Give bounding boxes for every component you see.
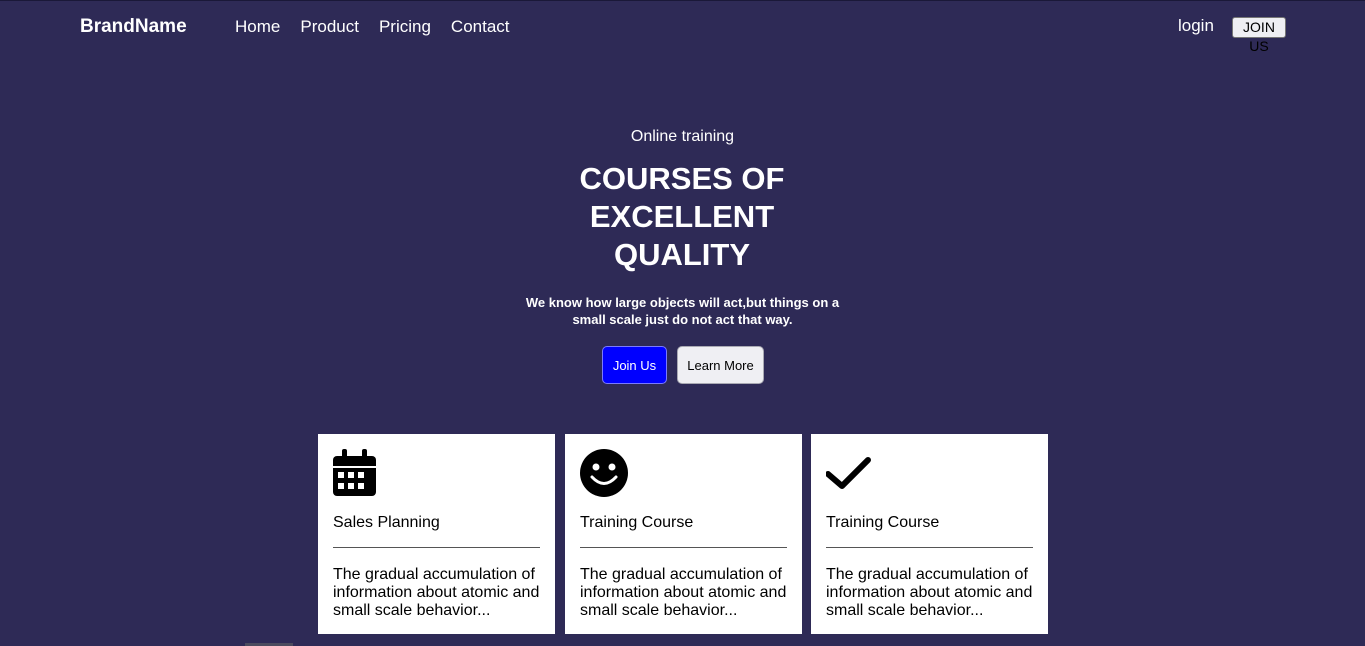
card-title: Training Course [826,514,940,531]
card-divider [333,547,540,548]
card-title: Sales Planning [333,514,440,531]
hero-subtext: We know how large objects will act,but t… [525,295,840,327]
nav-links: Home Product Pricing Contact [235,17,510,37]
card-divider [580,547,787,548]
card-description: The gradual accumulation of information … [580,566,787,619]
calendar-icon [333,449,376,496]
card-description: The gradual accumulation of information … [333,566,540,619]
card-divider [826,547,1033,548]
nav-link-contact[interactable]: Contact [451,17,510,37]
join-us-button[interactable]: Join Us [602,346,667,384]
nav-link-pricing[interactable]: Pricing [379,17,431,37]
feature-card-sales-planning: Sales Planning The gradual accumulation … [318,434,555,634]
hero-headline: COURSES OF EXCELLENT QUALITY [579,161,785,272]
hero-eyebrow: Online training [630,128,735,145]
nav-link-home[interactable]: Home [235,17,280,37]
smiley-icon [580,449,628,497]
join-us-nav-button[interactable]: JOIN US [1232,17,1286,54]
feature-card-training-course: Training Course The gradual accumulation… [565,434,802,634]
login-link[interactable]: login [1178,16,1214,36]
top-navbar: BrandName Home Product Pricing Contact l… [0,0,1365,54]
brand-logo[interactable]: BrandName [80,16,187,38]
nav-link-product[interactable]: Product [300,17,359,37]
card-title: Training Course [580,514,694,531]
learn-more-button[interactable]: Learn More [677,346,764,384]
feature-card-training-course-2: Training Course The gradual accumulation… [811,434,1048,634]
check-icon [826,457,871,489]
card-description: The gradual accumulation of information … [826,566,1033,619]
